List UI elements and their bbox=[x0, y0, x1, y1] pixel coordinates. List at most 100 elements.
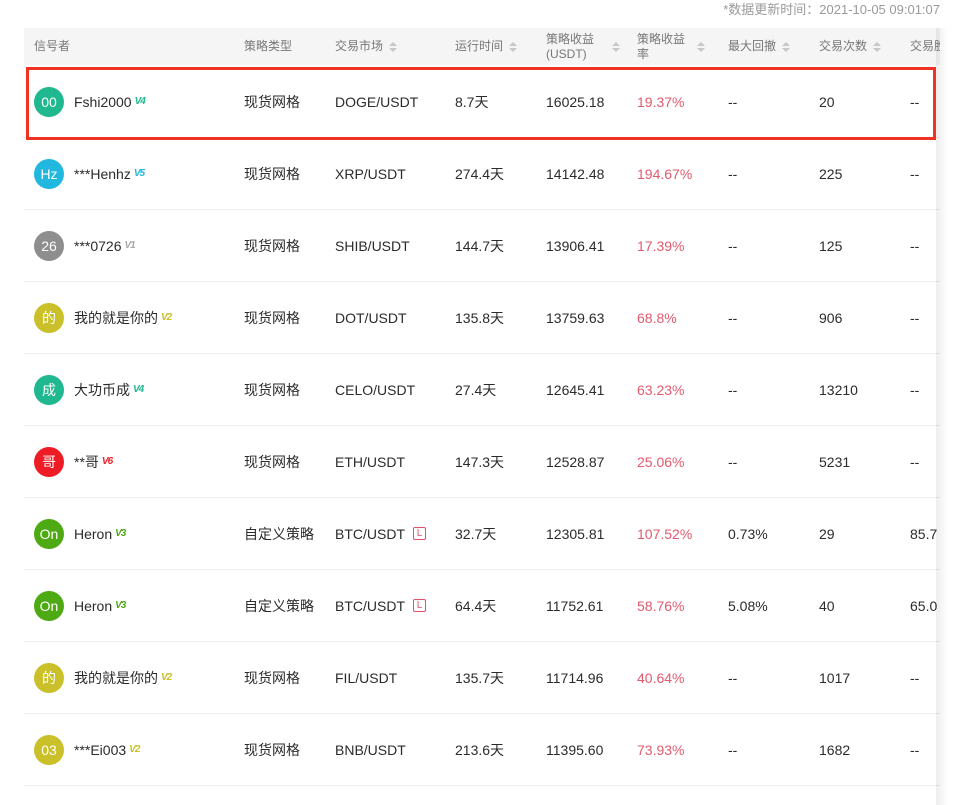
win-rate-cell-value: -- bbox=[910, 237, 920, 254]
return-rate-cell: 63.23% bbox=[637, 354, 684, 425]
signaler-name[interactable]: 大功币成 bbox=[74, 380, 130, 400]
profit-cell-value: 11752.61 bbox=[546, 597, 604, 614]
win-rate-cell: 85.7 bbox=[910, 498, 937, 569]
data-update-time: *数据更新时间：2021-10-05 09:01:07 bbox=[723, 2, 940, 17]
profit-cell-value: 11395.60 bbox=[546, 741, 604, 758]
signaler-cell[interactable]: 03 ***Ei003 V2 bbox=[34, 714, 140, 785]
col-return-rate-label-line1: 策略收益 bbox=[637, 31, 686, 46]
trade-count-cell-value: 5231 bbox=[819, 453, 851, 470]
win-rate-cell-value: -- bbox=[910, 381, 920, 398]
table-row[interactable]: 成大功币成 V4 现货网格 CELO/USDT 27.4天 12645.41 63.23% -… bbox=[24, 354, 940, 426]
runtime-cell-value: 8.7天 bbox=[455, 93, 489, 110]
signaler-name[interactable]: Heron bbox=[74, 598, 112, 614]
profit-cell-value: 12305.81 bbox=[546, 525, 605, 542]
return-rate-cell-value: 58.76% bbox=[637, 597, 685, 614]
signaler-cell[interactable]: 成大功币成 V4 bbox=[34, 354, 144, 425]
signaler-cell[interactable]: 00 Fshi2000 V4 bbox=[34, 66, 146, 137]
signaler-cell[interactable]: Hz ***Henhz V5 bbox=[34, 138, 145, 209]
sort-icon[interactable] bbox=[873, 41, 882, 52]
win-rate-cell-value: -- bbox=[910, 165, 920, 182]
signaler-name[interactable]: 我的就是你的 bbox=[74, 308, 158, 328]
avatar[interactable]: 26 bbox=[34, 230, 64, 261]
avatar[interactable]: Hz bbox=[34, 158, 64, 189]
win-rate-cell-value: -- bbox=[910, 309, 920, 326]
signaler-name[interactable]: Fshi2000 bbox=[74, 94, 132, 110]
strategy-type-cell-value: 现货网格 bbox=[244, 165, 300, 182]
sort-icon[interactable] bbox=[697, 41, 706, 52]
strategy-type-cell-value: 自定义策略 bbox=[244, 525, 314, 542]
strategy-type-cell: 现货网格 bbox=[244, 714, 300, 785]
table-row[interactable]: 03 ***Ei003 V2 现货网格 BNB/USDT 213.6天 11395.60 73… bbox=[24, 714, 940, 786]
table-row[interactable]: Hz ***Henhz V5 现货网格 XRP/USDT 274.4天 14142.48 19… bbox=[24, 138, 940, 210]
sort-icon[interactable] bbox=[612, 41, 621, 52]
leverage-badge-icon: L bbox=[413, 599, 426, 612]
market-cell: BTC/USDT L bbox=[335, 498, 426, 569]
max-drawdown-cell-value: -- bbox=[728, 381, 738, 398]
col-max-drawdown[interactable]: 最大回撤 bbox=[728, 28, 791, 65]
avatar[interactable]: 的 bbox=[34, 302, 64, 333]
return-rate-cell-value: 68.8% bbox=[637, 309, 677, 326]
table-row[interactable]: 哥 **哥 V6 现货网格 ETH/USDT 147.3天 12528.87 25.06% --… bbox=[24, 426, 940, 498]
trade-count-cell: 5231 bbox=[819, 426, 850, 497]
col-trade-count[interactable]: 交易次数 bbox=[819, 28, 882, 65]
profit-cell-value: 12528.87 bbox=[546, 453, 605, 470]
strategy-type-cell: 现货网格 bbox=[244, 642, 300, 713]
col-market[interactable]: 交易市场 bbox=[335, 28, 398, 65]
signaler-name[interactable]: **哥 bbox=[74, 452, 99, 472]
runtime-cell-value: 27.4天 bbox=[455, 381, 497, 398]
trade-count-cell-value: 225 bbox=[819, 165, 843, 182]
vip-level-icon: V2 bbox=[161, 672, 172, 683]
profit-cell: 11714.96 bbox=[546, 642, 603, 713]
sort-icon[interactable] bbox=[509, 41, 518, 52]
col-return-rate[interactable]: 策略收益 率 bbox=[637, 28, 706, 65]
table-row[interactable]: 26 ***0726 V1 现货网格 SHIB/USDT 144.7天 13906.41 17… bbox=[24, 210, 940, 282]
table-row[interactable]: 00 Fshi2000 V4 现货网格 DOGE/USDT 8.7天 16025.18 19.… bbox=[24, 66, 940, 138]
avatar[interactable]: 03 bbox=[34, 734, 64, 765]
table-row[interactable]: 的我的就是你的 V2 现货网格 FIL/USDT 135.7天 11714.96 40.64… bbox=[24, 642, 940, 714]
signaler-name[interactable]: ***0726 bbox=[74, 238, 122, 254]
trade-count-cell: 225 bbox=[819, 138, 842, 209]
table-row[interactable]: On Heron V3 自定义策略 BTC/USDT L 64.4天 11752.61 58.7… bbox=[24, 570, 940, 642]
trade-count-cell-value: 20 bbox=[819, 93, 835, 110]
market-cell-value: CELO/USDT bbox=[335, 381, 416, 398]
return-rate-cell: 40.64% bbox=[637, 642, 684, 713]
table-row[interactable]: 的我的就是你的 V2 现货网格 DOT/USDT 135.8天 13759.63 68.8%… bbox=[24, 282, 940, 354]
table-row[interactable]: On Heron V3 自定义策略 BTC/USDT L 32.7天 12305.81 107.… bbox=[24, 498, 940, 570]
strategy-type-cell: 自定义策略 bbox=[244, 498, 314, 569]
market-cell: BTC/USDT L bbox=[335, 570, 426, 641]
signaler-cell[interactable]: 哥 **哥 V6 bbox=[34, 426, 113, 497]
market-cell: ETH/USDT bbox=[335, 426, 405, 497]
strategy-type-cell: 现货网格 bbox=[244, 426, 300, 497]
trade-count-cell-value: 29 bbox=[819, 525, 835, 542]
sort-icon[interactable] bbox=[389, 41, 398, 52]
col-profit[interactable]: 策略收益 (USDT) bbox=[546, 28, 621, 65]
win-rate-cell-value: -- bbox=[910, 453, 920, 470]
market-cell: BNB/USDT bbox=[335, 714, 406, 785]
avatar[interactable]: 成 bbox=[34, 374, 64, 405]
signaler-name[interactable]: ***Henhz bbox=[74, 166, 131, 182]
return-rate-cell: 73.93% bbox=[637, 714, 684, 785]
signaler-name[interactable]: 我的就是你的 bbox=[74, 668, 158, 688]
signaler-cell[interactable]: On Heron V3 bbox=[34, 498, 126, 569]
signaler-name[interactable]: Heron bbox=[74, 526, 112, 542]
trade-count-cell-value: 125 bbox=[819, 237, 843, 254]
avatar[interactable]: 哥 bbox=[34, 446, 64, 477]
avatar[interactable]: 00 bbox=[34, 86, 64, 117]
win-rate-cell: -- bbox=[910, 210, 919, 281]
sort-icon[interactable] bbox=[782, 41, 791, 52]
runtime-cell: 135.8天 bbox=[455, 282, 504, 353]
signaler-name[interactable]: ***Ei003 bbox=[74, 742, 126, 758]
avatar[interactable]: 的 bbox=[34, 662, 64, 693]
win-rate-cell-value: -- bbox=[910, 669, 920, 686]
win-rate-cell: -- bbox=[910, 354, 919, 425]
avatar[interactable]: On bbox=[34, 518, 64, 549]
max-drawdown-cell-value: -- bbox=[728, 741, 738, 758]
signaler-cell[interactable]: On Heron V3 bbox=[34, 570, 126, 641]
trade-count-cell-value: 1017 bbox=[819, 669, 851, 686]
avatar[interactable]: On bbox=[34, 590, 64, 621]
signaler-cell[interactable]: 的我的就是你的 V2 bbox=[34, 282, 172, 353]
signaler-cell[interactable]: 的我的就是你的 V2 bbox=[34, 642, 172, 713]
max-drawdown-cell-value: -- bbox=[728, 237, 738, 254]
signaler-cell[interactable]: 26 ***0726 V1 bbox=[34, 210, 136, 281]
col-runtime[interactable]: 运行时间 bbox=[455, 28, 518, 65]
